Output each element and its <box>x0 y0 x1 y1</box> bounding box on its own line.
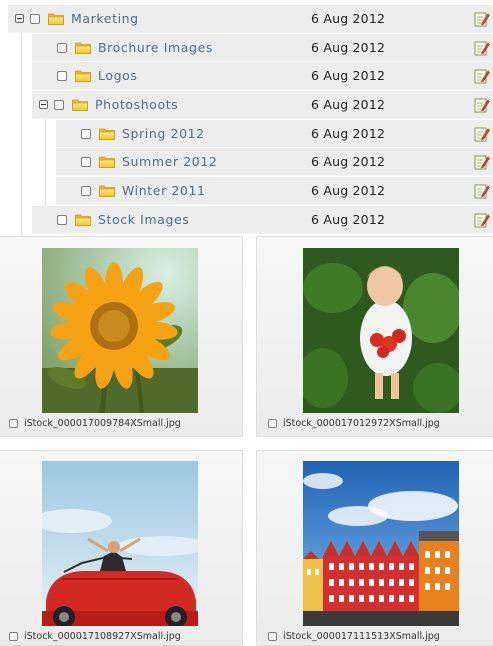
collapse-icon[interactable] <box>39 100 48 109</box>
row-checkbox[interactable] <box>81 185 91 196</box>
tree-row-marketing[interactable]: Marketing 6 Aug 2012 <box>8 5 493 33</box>
folder-name[interactable]: Spring 2012 <box>122 126 205 141</box>
folder-icon <box>99 184 115 197</box>
row-checkbox[interactable] <box>81 128 91 139</box>
folder-icon <box>75 69 91 82</box>
row-date: 6 Aug 2012 <box>311 212 386 227</box>
image-thumbnail-colorful-houses[interactable] <box>303 461 459 626</box>
image-filename[interactable]: iStock_000017111513XSmall.jpg <box>283 631 440 642</box>
red-car-photo <box>42 509 198 626</box>
row-checkbox[interactable] <box>57 70 67 81</box>
image-checkbox[interactable] <box>268 632 277 641</box>
tree-row-summer-2012[interactable]: Summer 2012 6 Aug 2012 <box>56 148 493 176</box>
row-checkbox[interactable] <box>54 99 64 110</box>
row-date: 6 Aug 2012 <box>311 154 386 169</box>
image-thumbnail-red-car[interactable] <box>42 461 198 626</box>
row-date: 6 Aug 2012 <box>311 97 386 112</box>
edit-icon[interactable] <box>474 154 490 170</box>
folder-icon <box>75 41 91 54</box>
folder-icon <box>99 127 115 140</box>
edit-icon[interactable] <box>474 212 490 228</box>
tree-row-stock-images[interactable]: Stock Images 6 Aug 2012 <box>32 206 493 234</box>
image-checkbox[interactable] <box>268 419 277 428</box>
row-checkbox[interactable] <box>30 13 40 24</box>
folder-name[interactable]: Stock Images <box>98 212 189 227</box>
row-date: 6 Aug 2012 <box>311 68 386 83</box>
edit-icon[interactable] <box>474 97 490 113</box>
image-checkbox[interactable] <box>9 419 18 428</box>
folder-name[interactable]: Winter 2011 <box>122 183 206 198</box>
tree-row-brochure-images[interactable]: Brochure Images 6 Aug 2012 <box>32 34 493 62</box>
row-checkbox[interactable] <box>57 214 67 225</box>
folder-icon <box>48 12 64 25</box>
tree-row-spring-2012[interactable]: Spring 2012 6 Aug 2012 <box>56 120 493 148</box>
folder-icon <box>75 213 91 226</box>
tree-guide-line <box>21 32 22 236</box>
image-filename[interactable]: iStock_000017108927XSmall.jpg <box>24 631 181 642</box>
row-date: 6 Aug 2012 <box>311 183 386 198</box>
folder-icon <box>72 98 88 111</box>
colorful-houses-photo <box>303 473 459 626</box>
folder-tree: Marketing 6 Aug 2012 Brochure Images 6 A… <box>0 0 493 236</box>
tree-guide-line <box>45 119 46 206</box>
image-filename[interactable]: iStock_000017009784XSmall.jpg <box>24 418 181 429</box>
image-caption: iStock_000017111513XSmall.jpg <box>268 631 440 642</box>
row-date: 6 Aug 2012 <box>311 11 386 26</box>
folder-name[interactable]: Marketing <box>71 11 139 26</box>
edit-icon[interactable] <box>474 68 490 84</box>
edit-icon[interactable] <box>474 183 490 199</box>
folder-name[interactable]: Brochure Images <box>98 40 213 55</box>
tree-row-photoshoots[interactable]: Photoshoots 6 Aug 2012 <box>32 91 493 119</box>
folder-name[interactable]: Photoshoots <box>95 97 178 112</box>
edit-icon[interactable] <box>474 40 490 56</box>
girl-tomatoes-photo <box>303 248 459 413</box>
image-thumbnail-girl-tomatoes[interactable] <box>303 248 459 413</box>
image-thumbnail-sunflower[interactable] <box>42 248 198 413</box>
image-card[interactable]: iStock_000017012972XSmall.jpg <box>256 236 493 437</box>
edit-icon[interactable] <box>474 11 490 27</box>
sunflower-photo <box>42 262 198 413</box>
row-checkbox[interactable] <box>81 156 91 167</box>
row-checkbox[interactable] <box>57 42 67 53</box>
tree-row-logos[interactable]: Logos 6 Aug 2012 <box>32 62 493 90</box>
collapse-icon[interactable] <box>15 14 24 23</box>
folder-name[interactable]: Logos <box>98 68 138 83</box>
edit-icon[interactable] <box>474 126 490 142</box>
image-card[interactable]: iStock_000017009784XSmall.jpg <box>0 236 243 437</box>
image-caption: iStock_000017009784XSmall.jpg <box>9 418 181 429</box>
image-card[interactable]: iStock_000017111513XSmall.jpg <box>256 450 493 646</box>
image-caption: iStock_000017108927XSmall.jpg <box>9 631 181 642</box>
image-card[interactable]: iStock_000017108927XSmall.jpg <box>0 450 243 646</box>
tree-row-winter-2011[interactable]: Winter 2011 6 Aug 2012 <box>56 177 493 205</box>
folder-name[interactable]: Summer 2012 <box>122 154 217 169</box>
image-filename[interactable]: iStock_000017012972XSmall.jpg <box>283 418 440 429</box>
image-checkbox[interactable] <box>9 632 18 641</box>
folder-icon <box>99 155 115 168</box>
row-date: 6 Aug 2012 <box>311 126 386 141</box>
image-caption: iStock_000017012972XSmall.jpg <box>268 418 440 429</box>
row-date: 6 Aug 2012 <box>311 40 386 55</box>
